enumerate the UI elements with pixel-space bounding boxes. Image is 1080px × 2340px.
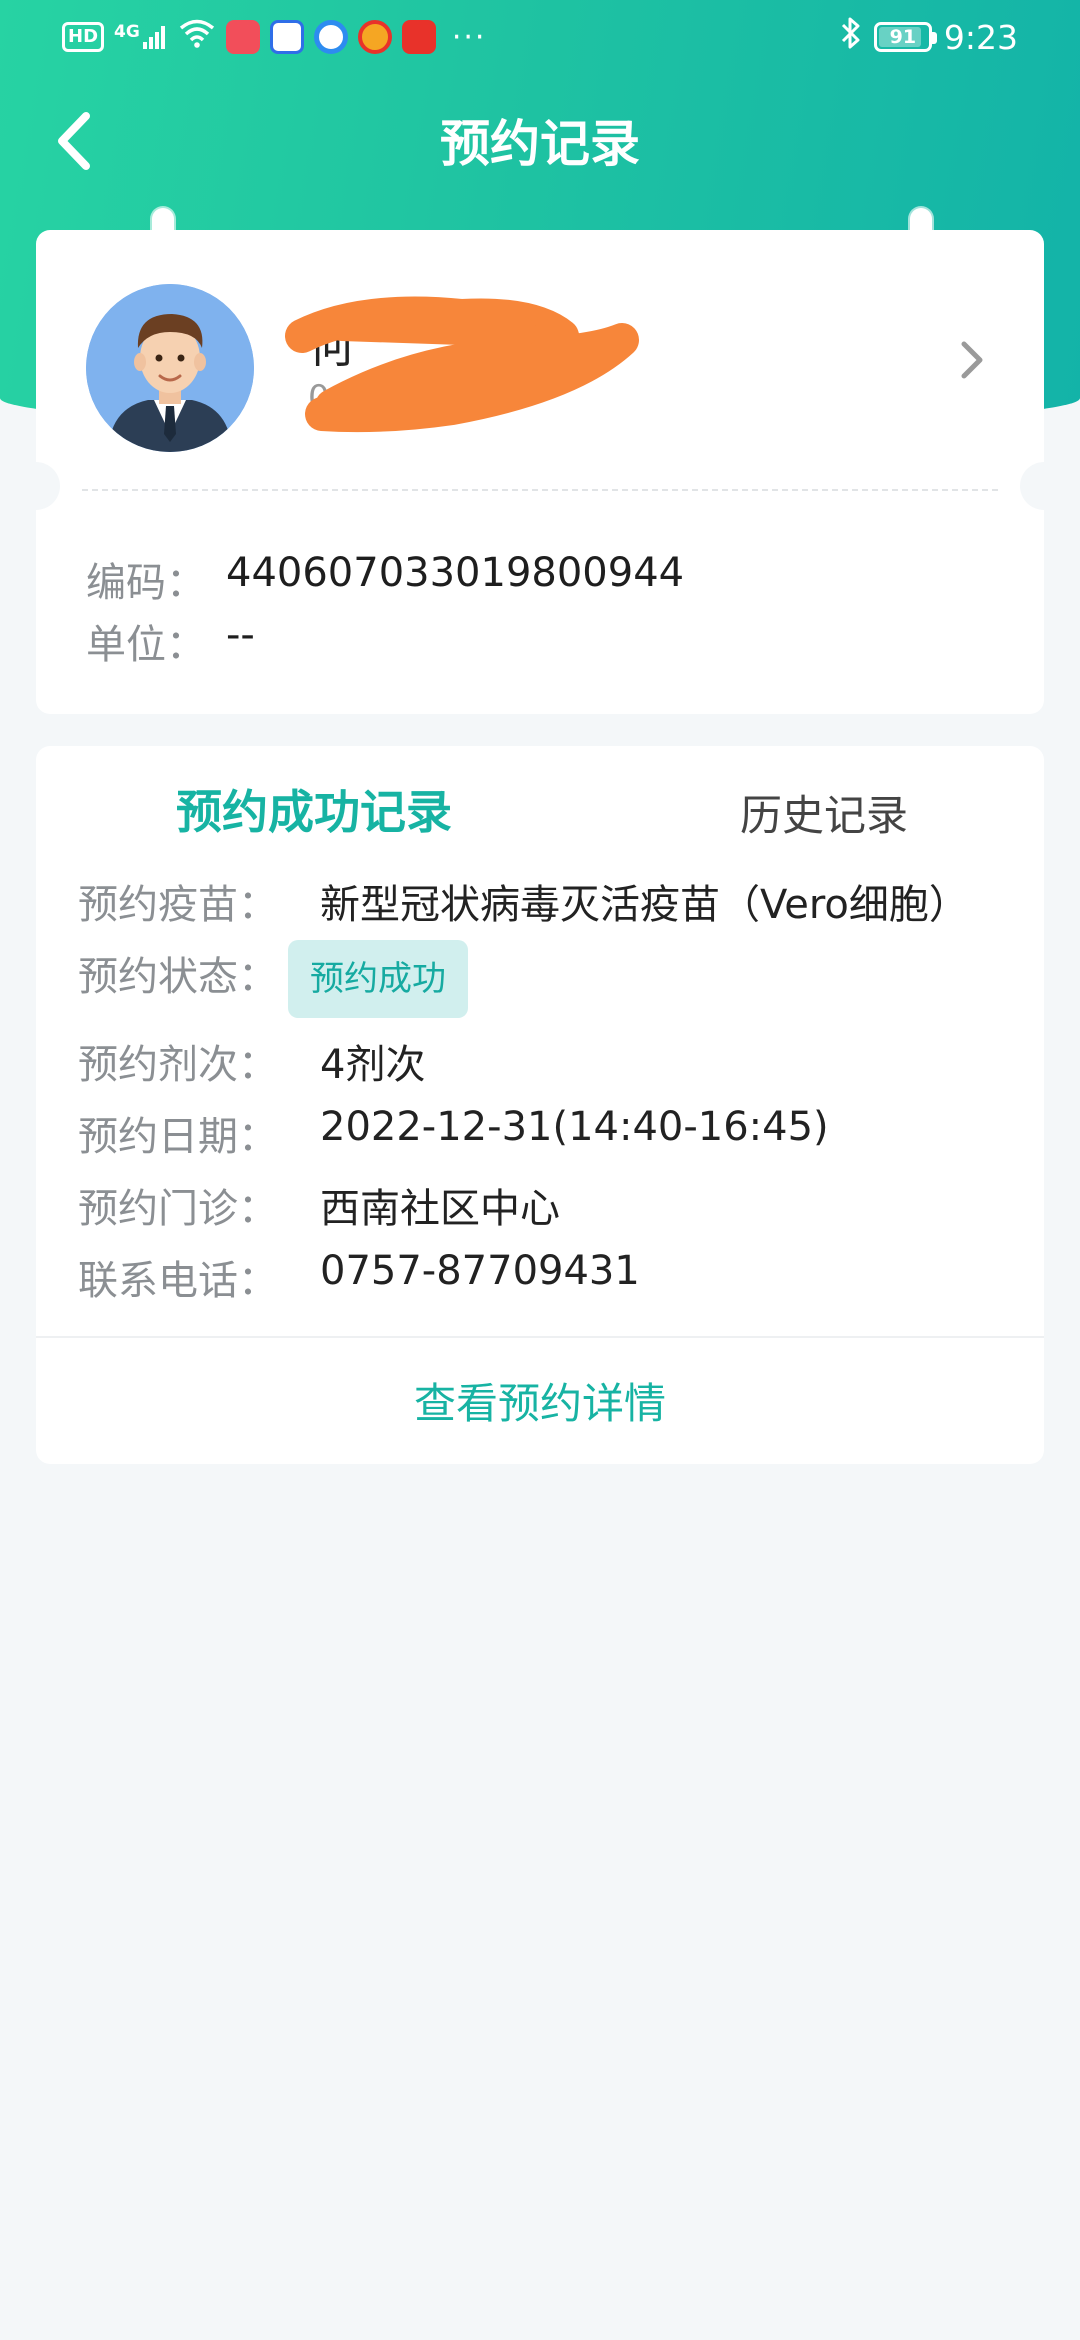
vaccine-label: 预约疫苗： [78,882,278,928]
chevron-right-icon[interactable] [956,338,986,382]
clinic-label: 预约门诊： [78,1186,278,1232]
status-bar: HD 4G ··· 91 9:23 [0,0,1080,76]
network-type: 4G [114,22,140,42]
phone-row: 联系电话： 0757-87709431 [78,1248,640,1306]
name-area: 何 04-15 [272,296,652,436]
unit-label: 单位： [86,622,206,668]
battery-icon: 91 [873,22,937,52]
code-label: 编码： [86,560,206,606]
hd-indicator: HD [62,22,105,52]
date-label: 预约日期： [78,1114,278,1160]
dose-value: 4剂次 [320,1042,426,1088]
status-label: 预约状态： [78,954,278,1000]
baidu-app-icon [269,20,304,54]
phone-label: 联系电话： [78,1258,278,1304]
page-title: 预约记录 [440,115,640,173]
reader-app-icon [225,20,260,54]
card-hook-left [152,208,174,252]
avatar [86,284,254,452]
browser-app-icon [313,20,348,54]
code-row: 编码： 440607033019800944 [86,550,684,608]
profile-card: 何 04-15 编码： 440607033019800944 单位： -- [12,208,1068,714]
status-icons-right: 91 9:23 [840,16,1018,58]
record-card: 预约成功记录 历史记录 预约疫苗： 新型冠状病毒灭活疫苗（Vero细胞） 预约状… [36,746,1044,1464]
battery-cap [931,32,937,44]
more-notifications-icon: ··· [451,19,487,55]
wifi-icon [178,18,216,56]
card-notch-left [12,462,60,510]
vaccine-row: 预约疫苗： 新型冠状病毒灭活疫苗（Vero细胞） [78,872,969,930]
signal-icon: 4G [114,24,168,50]
vaccine-value: 新型冠状病毒灭活疫苗（Vero细胞） [320,882,969,928]
code-value: 440607033019800944 [226,550,685,596]
status-icons-left: HD 4G ··· [62,18,486,56]
phone-value: 0757-87709431 [320,1248,640,1294]
redaction-scribble [285,296,639,433]
unit-row: 单位： -- [86,612,255,670]
status-badge: 预约成功 [288,940,468,1018]
dose-row: 预约剂次： 4剂次 [78,1032,425,1090]
heart-app-icon [401,20,436,54]
bluetooth-icon [840,16,862,58]
status-row: 预约状态： [78,944,296,1002]
dashed-divider [82,489,998,491]
battery-percent: 91 [889,26,917,48]
tab-success-records[interactable]: 预约成功记录 [176,776,452,842]
tab-history[interactable]: 历史记录 [740,782,908,843]
card-divider [36,1336,1044,1338]
date-value: 2022-12-31(14:40-16:45) [320,1104,829,1150]
unit-value: -- [226,612,255,658]
date-row: 预约日期： 2022-12-31(14:40-16:45) [78,1104,829,1162]
weibo-app-icon [357,20,392,54]
clinic-value: 西南社区中心 [320,1186,560,1232]
dose-label: 预约剂次： [78,1042,278,1088]
view-appointment-details-link[interactable]: 查看预约详情 [36,1370,1044,1431]
clock: 9:23 [943,17,1018,57]
clinic-row: 预约门诊： 西南社区中心 [78,1176,560,1234]
card-notch-right [1020,462,1068,510]
card-hook-right [910,208,932,252]
